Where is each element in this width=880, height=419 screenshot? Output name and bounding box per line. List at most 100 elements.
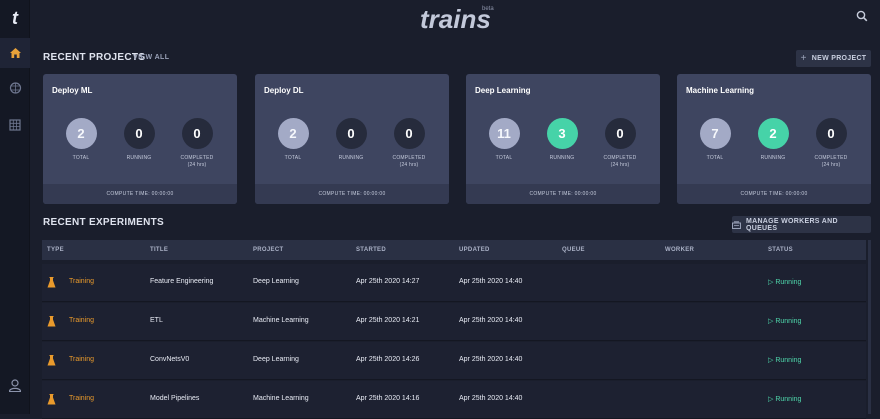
- project-card[interactable]: Machine Learning 7 TOTAL 2 RUNNING 0 COM…: [677, 74, 871, 204]
- running-label: RUNNING: [126, 155, 152, 161]
- completed-sub-label: (24 hrs): [821, 162, 841, 168]
- experiment-project: Machine Learning: [253, 395, 309, 402]
- manage-workers-label: MANAGE WORKERS AND QUEUES: [745, 217, 838, 232]
- column-header-worker[interactable]: WORKER: [665, 247, 694, 253]
- total-label: TOTAL: [284, 155, 302, 161]
- status-text: Running: [775, 318, 802, 325]
- table-scrollbar[interactable]: [868, 240, 871, 414]
- app-logo-icon[interactable]: t: [6, 9, 24, 27]
- recent-experiments-title: RECENT EXPERIMENTS: [43, 217, 164, 228]
- running-count: 2: [757, 118, 789, 149]
- flask-icon: [47, 355, 56, 366]
- table-row[interactable]: Training Feature Engineering Deep Learni…: [42, 264, 866, 302]
- compute-time: COMPUTE TIME: 00:00:00: [255, 184, 449, 204]
- running-stat: 0 RUNNING: [323, 118, 379, 162]
- experiment-status: ▷ Running: [768, 356, 801, 364]
- column-header-updated[interactable]: UPDATED: [459, 247, 490, 253]
- status-text: Running: [775, 279, 802, 286]
- running-label: RUNNING: [760, 155, 786, 161]
- completed-sub-label: (24 hrs): [399, 162, 419, 168]
- compute-time: COMPUTE TIME: 00:00:00: [466, 184, 660, 204]
- brand-logo: trains: [420, 4, 491, 34]
- completed-count: 0: [181, 118, 213, 149]
- brand-badge: beta: [482, 6, 494, 12]
- experiment-type: Training: [69, 317, 95, 324]
- experiment-title: Feature Engineering: [150, 278, 214, 285]
- experiment-updated: Apr 25th 2020 14:40: [459, 356, 523, 363]
- column-header-type[interactable]: TYPE: [47, 247, 64, 253]
- sidebar: t: [0, 0, 30, 414]
- completed-stat: 0 COMPLETED (24 hrs): [592, 118, 648, 169]
- completed-label: COMPLETED: [180, 155, 214, 161]
- sidebar-item-projects[interactable]: [0, 73, 30, 103]
- total-count: 11: [488, 118, 520, 149]
- table-row[interactable]: Training ConvNetsV0 Deep Learning Apr 25…: [42, 342, 866, 380]
- completed-sub-label: (24 hrs): [187, 162, 207, 168]
- experiment-started: Apr 25th 2020 14:26: [356, 356, 420, 363]
- table-row[interactable]: Training ETL Machine Learning Apr 25th 2…: [42, 303, 866, 341]
- column-header-project[interactable]: PROJECT: [253, 247, 283, 253]
- project-card[interactable]: Deploy ML 2 TOTAL 0 RUNNING 0 COMPLETED …: [43, 74, 237, 204]
- experiment-started: Apr 25th 2020 14:16: [356, 395, 420, 402]
- column-header-status[interactable]: STATUS: [768, 247, 793, 253]
- experiment-started: Apr 25th 2020 14:21: [356, 317, 420, 324]
- new-project-label: NEW PROJECT: [811, 55, 867, 62]
- experiments-table-header: TYPE TITLE PROJECT STARTED UPDATED QUEUE…: [42, 240, 866, 260]
- running-stat: 2 RUNNING: [745, 118, 801, 162]
- sidebar-item-profile[interactable]: [0, 370, 30, 400]
- column-header-queue[interactable]: QUEUE: [562, 247, 585, 253]
- flask-icon: [47, 316, 56, 327]
- status-text: Running: [775, 357, 802, 364]
- total-count: 2: [65, 118, 97, 149]
- completed-stat: 0 COMPLETED (24 hrs): [169, 118, 225, 169]
- experiment-type: Training: [69, 356, 95, 363]
- table-row[interactable]: Training Model Pipelines Machine Learnin…: [42, 381, 866, 419]
- manage-workers-button[interactable]: MANAGE WORKERS AND QUEUES: [732, 216, 871, 233]
- workers-icon: [9, 119, 21, 131]
- project-name: Deploy DL: [264, 86, 304, 95]
- completed-count: 0: [393, 118, 425, 149]
- experiment-project: Deep Learning: [253, 356, 299, 363]
- experiment-status: ▷ Running: [768, 278, 801, 286]
- total-label: TOTAL: [706, 155, 724, 161]
- experiment-status: ▷ Running: [768, 395, 801, 403]
- column-header-started[interactable]: STARTED: [356, 247, 386, 253]
- running-label: RUNNING: [338, 155, 364, 161]
- home-icon: [9, 48, 21, 58]
- experiment-type: Training: [69, 395, 95, 402]
- flask-icon: [47, 394, 56, 405]
- completed-count: 0: [604, 118, 636, 149]
- total-stat: 2 TOTAL: [265, 118, 321, 162]
- view-all-link[interactable]: VIEW ALL: [133, 54, 169, 61]
- running-stat: 3 RUNNING: [534, 118, 590, 162]
- recent-projects-title: RECENT PROJECTS: [43, 52, 146, 63]
- user-icon: [8, 379, 22, 392]
- sidebar-item-workers[interactable]: [0, 110, 30, 140]
- experiment-project: Machine Learning: [253, 317, 309, 324]
- running-count: 3: [546, 118, 578, 149]
- column-header-title[interactable]: TITLE: [150, 247, 168, 253]
- search-icon: [856, 10, 868, 22]
- sidebar-item-home[interactable]: [0, 38, 30, 68]
- experiment-title: ETL: [150, 317, 163, 324]
- project-name: Deploy ML: [52, 86, 93, 95]
- completed-sub-label: (24 hrs): [610, 162, 630, 168]
- new-project-button[interactable]: + NEW PROJECT: [796, 50, 871, 67]
- completed-count: 0: [815, 118, 847, 149]
- experiment-title: Model Pipelines: [150, 395, 200, 402]
- total-stat: 11 TOTAL: [476, 118, 532, 162]
- compute-time: COMPUTE TIME: 00:00:00: [43, 184, 237, 204]
- experiment-project: Deep Learning: [253, 278, 299, 285]
- completed-stat: 0 COMPLETED (24 hrs): [803, 118, 859, 169]
- project-card[interactable]: Deploy DL 2 TOTAL 0 RUNNING 0 COMPLETED …: [255, 74, 449, 204]
- experiment-updated: Apr 25th 2020 14:40: [459, 317, 523, 324]
- total-label: TOTAL: [72, 155, 90, 161]
- completed-label: COMPLETED: [392, 155, 426, 161]
- running-stat: 0 RUNNING: [111, 118, 167, 162]
- compute-time: COMPUTE TIME: 00:00:00: [677, 184, 871, 204]
- project-name: Machine Learning: [686, 86, 755, 95]
- project-card[interactable]: Deep Learning 11 TOTAL 3 RUNNING 0 COMPL…: [466, 74, 660, 204]
- completed-label: COMPLETED: [603, 155, 637, 161]
- search-button[interactable]: [856, 9, 868, 27]
- flask-icon: [47, 277, 56, 288]
